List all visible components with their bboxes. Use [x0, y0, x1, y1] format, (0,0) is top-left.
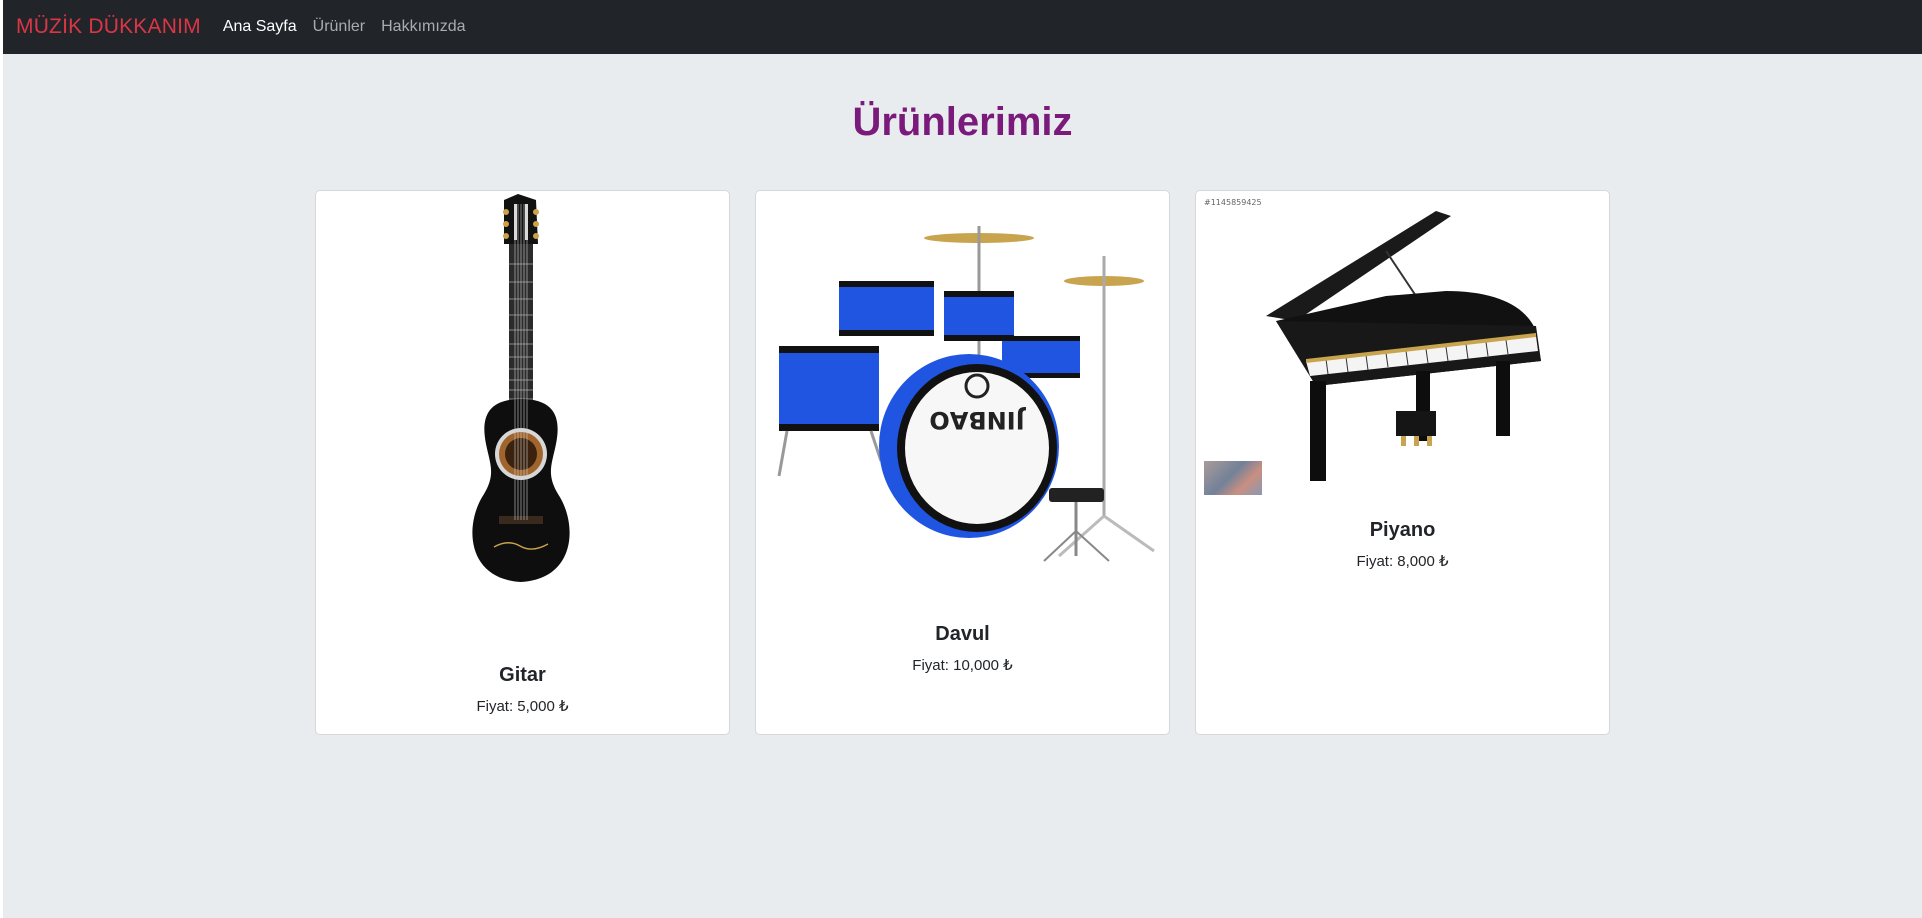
product-price: Fiyat: 10,000 ₺	[912, 657, 1013, 674]
brand-logo-link[interactable]: MÜZİK DÜKKANIM	[16, 15, 201, 39]
nav-links: Ana Sayfa Ürünler Hakkımızda	[223, 18, 482, 36]
thumbnail-image	[1204, 461, 1262, 495]
product-price: Fiyat: 5,000 ₺	[476, 698, 569, 715]
nav-link-hakkimizda[interactable]: Hakkımızda	[381, 18, 465, 36]
nav-link-ana-sayfa[interactable]: Ana Sayfa	[223, 18, 297, 36]
product-name: Piyano	[1369, 519, 1436, 541]
image-stock-id: #1145859425	[1204, 198, 1262, 207]
product-card-davul[interactable]: JINBAO Davul Fiyat: 10,000 ₺	[755, 190, 1170, 735]
page-title: Ürünlerimiz	[852, 100, 1073, 144]
product-name: Davul	[935, 623, 990, 645]
product-list: Gitar Fiyat: 5,000 ₺ JINBAO Davul Fiyat:…	[315, 190, 1610, 735]
product-card-gitar[interactable]: Gitar Fiyat: 5,000 ₺	[315, 190, 730, 735]
drum-kit-image: JINBAO	[777, 226, 1155, 562]
grand-piano-image	[1266, 211, 1541, 481]
svg-text:JINBAO: JINBAO	[929, 406, 1026, 434]
product-card-piyano[interactable]: #1145859425 Piyano Fiyat: 8,000 ₺	[1195, 190, 1610, 735]
top-navbar: MÜZİK DÜKKANIM Ana Sayfa Ürünler Hakkımı…	[3, 0, 1922, 54]
guitar-image	[472, 194, 570, 582]
nav-link-urunler[interactable]: Ürünler	[313, 18, 365, 36]
product-price: Fiyat: 8,000 ₺	[1356, 553, 1449, 570]
product-name: Gitar	[499, 664, 546, 686]
